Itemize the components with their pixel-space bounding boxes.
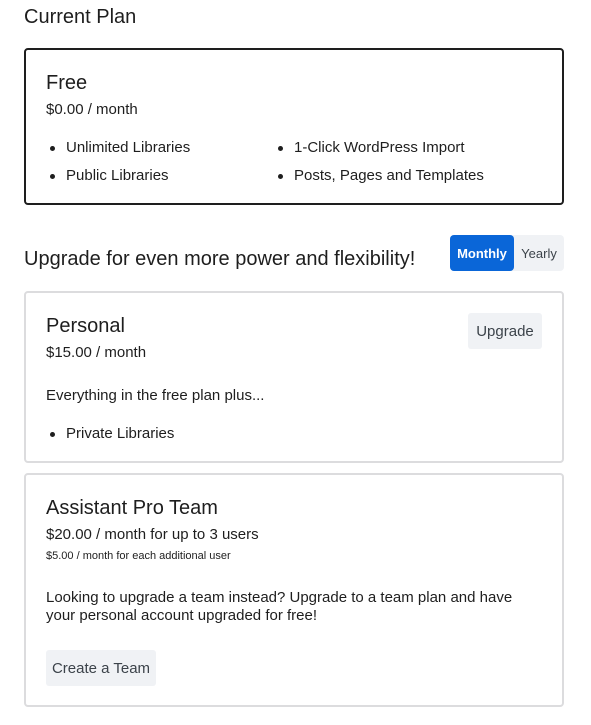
personal-plan-features: Private Libraries bbox=[46, 425, 174, 453]
team-plan-price: $20.00 / month for up to 3 users bbox=[46, 526, 259, 543]
additional-user-note: $5.00 / month for each additional user bbox=[46, 550, 231, 562]
create-team-button[interactable]: Create a Team bbox=[46, 650, 156, 686]
feature-item: Public Libraries bbox=[46, 167, 190, 195]
current-plan-features-left: Unlimited Libraries Public Libraries bbox=[46, 139, 190, 195]
monthly-toggle-button[interactable]: Monthly bbox=[450, 235, 514, 271]
upgrade-button[interactable]: Upgrade bbox=[468, 313, 542, 349]
current-plan-name: Free bbox=[46, 72, 88, 94]
personal-plan-name: Personal bbox=[46, 315, 125, 337]
personal-plan-card: Personal $15.00 / month Upgrade Everythi… bbox=[24, 291, 564, 463]
team-plan-name: Assistant Pro Team bbox=[46, 497, 218, 519]
feature-item: Private Libraries bbox=[46, 425, 174, 453]
feature-item: Posts, Pages and Templates bbox=[274, 167, 484, 195]
current-plan-features-right: 1-Click WordPress Import Posts, Pages an… bbox=[274, 139, 484, 195]
team-plan-card: Assistant Pro Team $20.00 / month for up… bbox=[24, 473, 564, 707]
current-plan-card: Free $0.00 / month Unlimited Libraries P… bbox=[24, 48, 564, 205]
current-plan-price: $0.00 / month bbox=[46, 101, 138, 118]
yearly-toggle-button[interactable]: Yearly bbox=[514, 235, 564, 271]
personal-plan-description: Everything in the free plan plus... bbox=[46, 387, 265, 404]
team-plan-description: Looking to upgrade a team instead? Upgra… bbox=[46, 589, 513, 624]
upgrade-heading: Upgrade for even more power and flexibil… bbox=[24, 248, 416, 270]
feature-item: 1-Click WordPress Import bbox=[274, 139, 484, 167]
feature-item: Unlimited Libraries bbox=[46, 139, 190, 167]
personal-plan-price: $15.00 / month bbox=[46, 344, 147, 361]
billing-period-toggle: Monthly Yearly bbox=[450, 235, 564, 271]
current-plan-heading: Current Plan bbox=[24, 6, 137, 28]
